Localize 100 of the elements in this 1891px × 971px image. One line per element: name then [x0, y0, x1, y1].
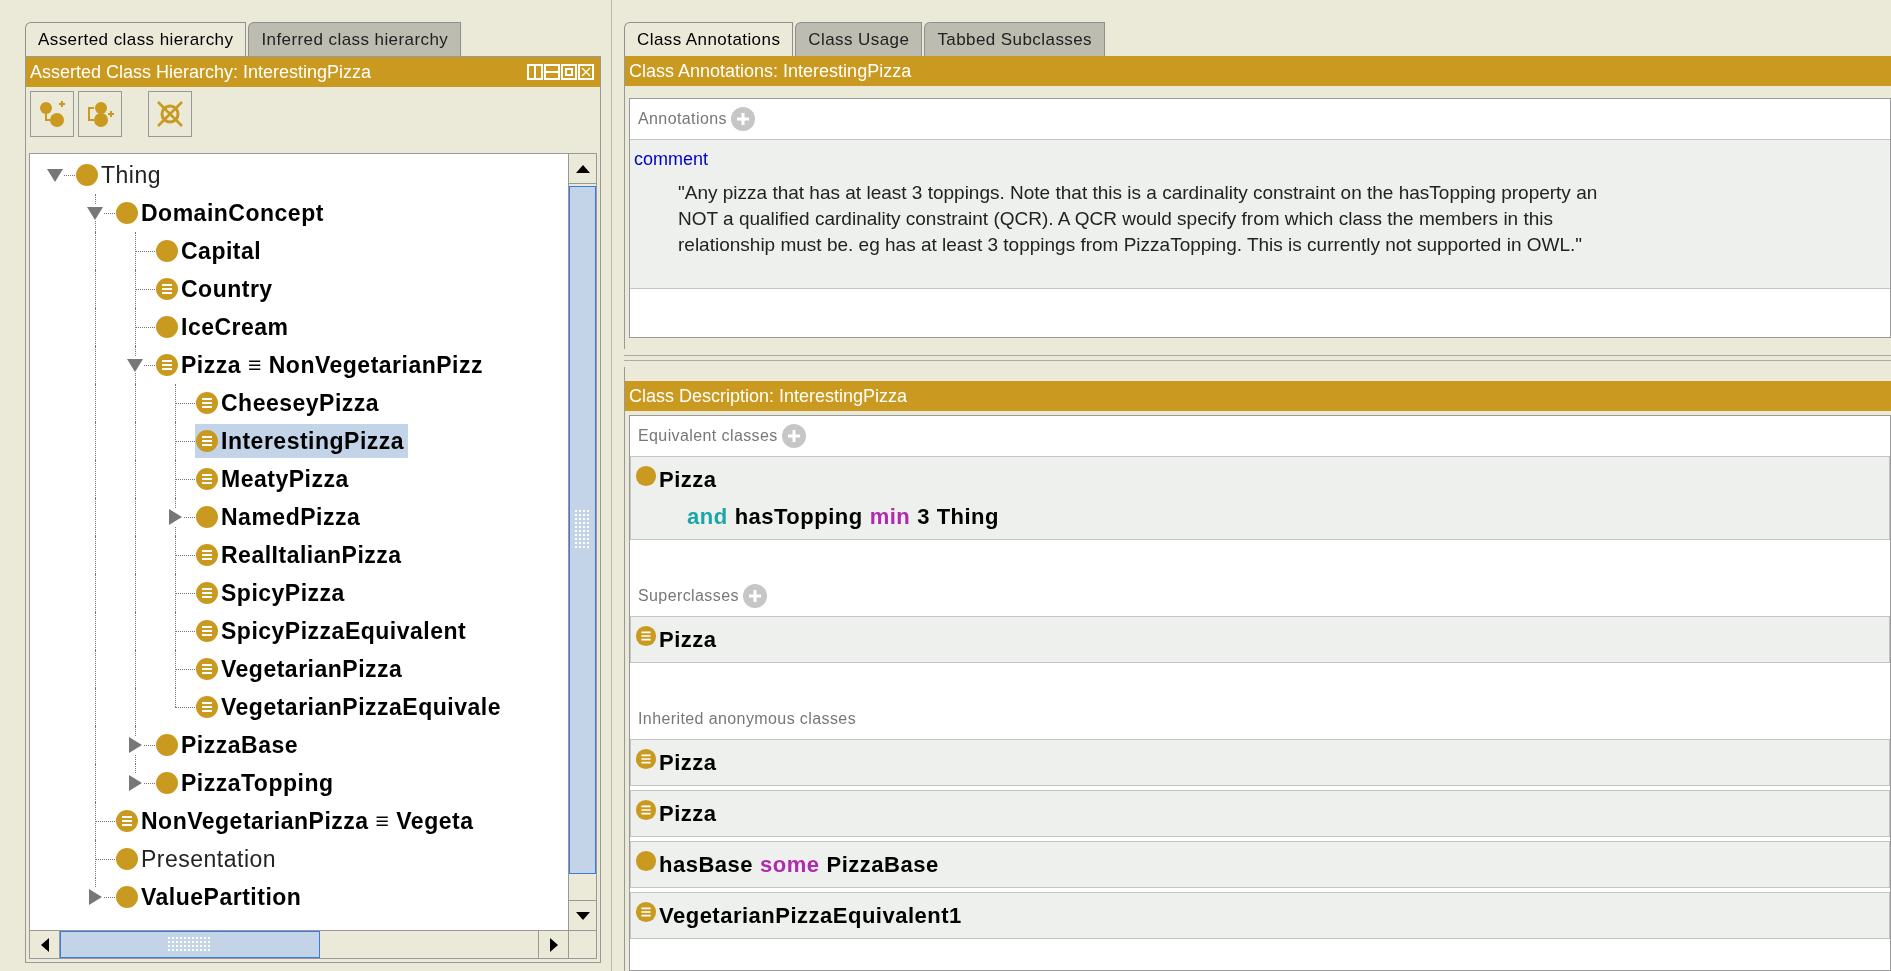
- class-name: Presentation: [141, 844, 277, 874]
- scroll-up-icon[interactable]: [575, 164, 590, 173]
- class-icon: [155, 733, 179, 757]
- defined-class-icon: [195, 467, 219, 491]
- class-expression-text: Pizza: [659, 626, 717, 654]
- class-name: RealItalianPizza: [221, 540, 402, 570]
- scroll-right-icon[interactable]: [549, 937, 558, 952]
- tab[interactable]: Tabbed Subclasses: [924, 22, 1106, 56]
- defined-class-icon: [195, 391, 219, 415]
- defined-class-icon: [195, 657, 219, 681]
- defined-class-icon: [195, 695, 219, 719]
- tree-item[interactable]: DomainConcept: [115, 196, 328, 230]
- class-name: DomainConcept: [141, 198, 324, 228]
- class-expression-row[interactable]: Pizza: [630, 616, 1890, 663]
- scroll-left-icon[interactable]: [40, 937, 49, 952]
- class-expression-row[interactable]: Pizza: [630, 739, 1890, 786]
- tree-item[interactable]: SpicyPizzaEquivalent: [195, 614, 471, 648]
- class-name: Country: [181, 274, 273, 304]
- class-name: CheeseyPizza: [221, 388, 380, 418]
- class-icon: [155, 771, 179, 795]
- defined-class-icon: [195, 543, 219, 567]
- keyword-text: min: [869, 503, 911, 531]
- defined-class-icon: [115, 809, 139, 833]
- tab[interactable]: Inferred class hierarchy: [248, 22, 462, 56]
- scroll-down-icon[interactable]: [575, 911, 590, 920]
- class-name: SpicyPizzaEquivalent: [221, 616, 467, 646]
- add-subclass-button[interactable]: [30, 91, 74, 137]
- tree-item[interactable]: MeatyPizza: [195, 462, 353, 496]
- tree-item[interactable]: Pizza ≡ NonVegetarianPizz: [155, 348, 487, 382]
- defined-class-icon: [195, 581, 219, 605]
- annotation-row[interactable]: [630, 139, 1890, 289]
- tree-item[interactable]: InterestingPizza: [195, 424, 409, 458]
- class-expression-text: hasBase: [659, 851, 753, 879]
- class-expression-text: PizzaBase: [826, 851, 939, 879]
- tree-item[interactable]: Thing: [75, 158, 166, 192]
- comment-text: relationship must be. eg has at least 3 toppings from PizzaTopping. This is currently not supported in OWL.": [678, 233, 1583, 257]
- class-name: VegetarianPizza: [221, 654, 403, 684]
- class-name: VegetarianPizzaEquivale: [221, 692, 501, 722]
- class-expression-text: VegetarianPizzaEquivalent1: [659, 902, 962, 930]
- tree-item[interactable]: Country: [155, 272, 277, 306]
- tree-item[interactable]: PizzaBase: [155, 728, 302, 762]
- tab[interactable]: Asserted class hierarchy: [25, 22, 247, 56]
- defined-class-icon: [635, 901, 657, 923]
- class-expression-row[interactable]: Pizza and hasTopping min 3 Thing: [630, 456, 1890, 540]
- tree-item[interactable]: VegetarianPizzaEquivale: [195, 690, 505, 724]
- class-name: NonVegetarianPizza ≡ Vegeta: [141, 806, 474, 836]
- add-subclass-icon: [37, 99, 67, 129]
- class-icon: [115, 201, 139, 225]
- section-heading: Superclasses: [638, 586, 739, 606]
- class-name: Pizza ≡ NonVegetarianPizz: [181, 350, 483, 380]
- keyword-text: and: [687, 503, 728, 531]
- horizontal-scrollbar[interactable]: [30, 930, 596, 958]
- class-name: Thing: [101, 160, 162, 190]
- window-controls-icon[interactable]: [526, 63, 596, 81]
- tab[interactable]: Class Usage: [795, 22, 923, 56]
- class-icon: [115, 885, 139, 909]
- vertical-scrollbar[interactable]: [568, 154, 596, 930]
- defined-class-icon: [635, 625, 657, 647]
- view-title: Class Description: InterestingPizza: [629, 384, 908, 408]
- tree-item[interactable]: IceCream: [155, 310, 293, 344]
- class-icon: [635, 465, 657, 487]
- defined-class-icon: [635, 799, 657, 821]
- class-expression-row[interactable]: VegetarianPizzaEquivalent1: [630, 892, 1890, 939]
- class-icon: [635, 850, 657, 872]
- add-sibling-button[interactable]: [78, 91, 122, 137]
- class-expression-row[interactable]: hasBase some PizzaBase: [630, 841, 1890, 888]
- section-heading: Annotations: [638, 109, 727, 129]
- defined-class-icon: [635, 748, 657, 770]
- section-heading: Equivalent classes: [638, 426, 778, 446]
- defined-class-icon: [195, 619, 219, 643]
- tree-item[interactable]: ValuePartition: [115, 880, 306, 914]
- class-name: PizzaBase: [181, 730, 298, 760]
- view-title: Class Annotations: InterestingPizza: [629, 59, 912, 83]
- tree-item[interactable]: PizzaTopping: [155, 766, 338, 800]
- tree-item[interactable]: RealItalianPizza: [195, 538, 406, 572]
- delete-class-button[interactable]: [148, 91, 192, 137]
- annotation-property: comment: [634, 148, 709, 171]
- add-sibling-icon: [85, 99, 115, 129]
- section-heading: Inherited anonymous classes: [638, 709, 857, 729]
- tree-item[interactable]: NonVegetarianPizza ≡ Vegeta: [115, 804, 478, 838]
- tree-item[interactable]: SpicyPizza: [195, 576, 349, 610]
- tree-item[interactable]: NamedPizza: [195, 500, 365, 534]
- class-name: MeatyPizza: [221, 464, 349, 494]
- class-name: InterestingPizza: [221, 426, 405, 456]
- view-title: Asserted Class Hierarchy: InterestingPizza: [30, 60, 372, 84]
- tree-item[interactable]: Presentation: [115, 842, 281, 876]
- class-expression-text: hasTopping: [734, 503, 863, 531]
- tree-item[interactable]: CheeseyPizza: [195, 386, 384, 420]
- comment-text: NOT a qualified cardinality constraint (QCR). A QCR would specify from which class the members in this: [678, 207, 1554, 231]
- class-icon: [75, 163, 99, 187]
- tree-item[interactable]: Capital: [155, 234, 266, 268]
- class-expression-text: Pizza: [659, 800, 717, 828]
- tree-item[interactable]: VegetarianPizza: [195, 652, 407, 686]
- class-icon: [115, 847, 139, 871]
- class-name: IceCream: [181, 312, 289, 342]
- class-expression-text: Pizza: [659, 466, 717, 494]
- class-icon: [155, 239, 179, 263]
- class-expression-row[interactable]: Pizza: [630, 790, 1890, 837]
- delete-class-icon: [155, 99, 185, 129]
- tab[interactable]: Class Annotations: [624, 22, 794, 56]
